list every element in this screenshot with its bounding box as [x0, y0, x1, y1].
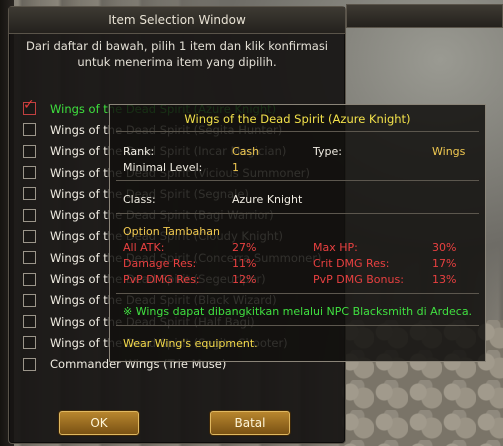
rank-label: Rank:	[123, 145, 155, 158]
checkmark-icon: ✓	[23, 97, 35, 114]
stat-label: PvP DMG Res:	[123, 273, 200, 286]
class-label: Class:	[123, 193, 156, 206]
stat-value: 13%	[432, 273, 457, 286]
tooltip-divider	[116, 180, 479, 181]
stat-label: Max HP:	[313, 241, 358, 254]
tooltip-divider	[116, 325, 479, 326]
checkbox[interactable]: ✓	[23, 98, 36, 116]
checkbox[interactable]	[23, 315, 36, 329]
cancel-button[interactable]: Batal	[210, 411, 290, 435]
stat-value: 11%	[232, 257, 257, 270]
rank-value: Cash	[232, 145, 260, 158]
checkbox[interactable]	[23, 229, 36, 243]
checkbox[interactable]	[23, 144, 36, 158]
checkbox[interactable]	[23, 208, 36, 222]
checkbox[interactable]	[23, 166, 36, 180]
awaken-note: ※ Wings dapat dibangkitkan melalui NPC B…	[123, 305, 473, 318]
minlevel-value: 1	[232, 161, 239, 174]
checkbox[interactable]	[23, 251, 36, 265]
stat-label: All ATK:	[123, 241, 165, 254]
tooltip-title: Wings of the Dead Spirit (Azure Knight)	[184, 112, 411, 126]
tooltip-divider	[116, 213, 479, 214]
window-instructions: Dari daftar di bawah, pilih 1 item dan k…	[25, 39, 329, 69]
stat-value: 30%	[432, 241, 457, 254]
stat-label: PvP DMG Bonus:	[313, 273, 404, 286]
stat-value: 12%	[232, 273, 257, 286]
background-window-header	[346, 4, 503, 28]
item-tooltip: Wings of the Dead Spirit (Azure Knight) …	[109, 104, 486, 362]
checkbox[interactable]	[23, 272, 36, 286]
tooltip-divider	[116, 293, 479, 294]
checkbox[interactable]	[23, 357, 36, 371]
stat-label: Damage Res:	[123, 257, 197, 270]
tooltip-divider	[116, 131, 479, 132]
option-header: Option Tambahan	[123, 225, 220, 238]
stat-value: 17%	[432, 257, 457, 270]
minlevel-label: Minimal Level:	[123, 161, 203, 174]
class-value: Azure Knight	[232, 193, 303, 206]
type-label: Type:	[313, 145, 342, 158]
checkbox[interactable]	[23, 187, 36, 201]
stat-label: Crit DMG Res:	[313, 257, 390, 270]
checkbox[interactable]	[23, 293, 36, 307]
equip-note: Wear Wing's equipment.	[123, 337, 258, 350]
checkbox[interactable]	[23, 123, 36, 137]
type-value: Wings	[432, 145, 466, 158]
checkbox[interactable]	[23, 336, 36, 350]
window-title: Item Selection Window	[9, 7, 345, 34]
stat-value: 27%	[232, 241, 257, 254]
ok-button[interactable]: OK	[59, 411, 139, 435]
